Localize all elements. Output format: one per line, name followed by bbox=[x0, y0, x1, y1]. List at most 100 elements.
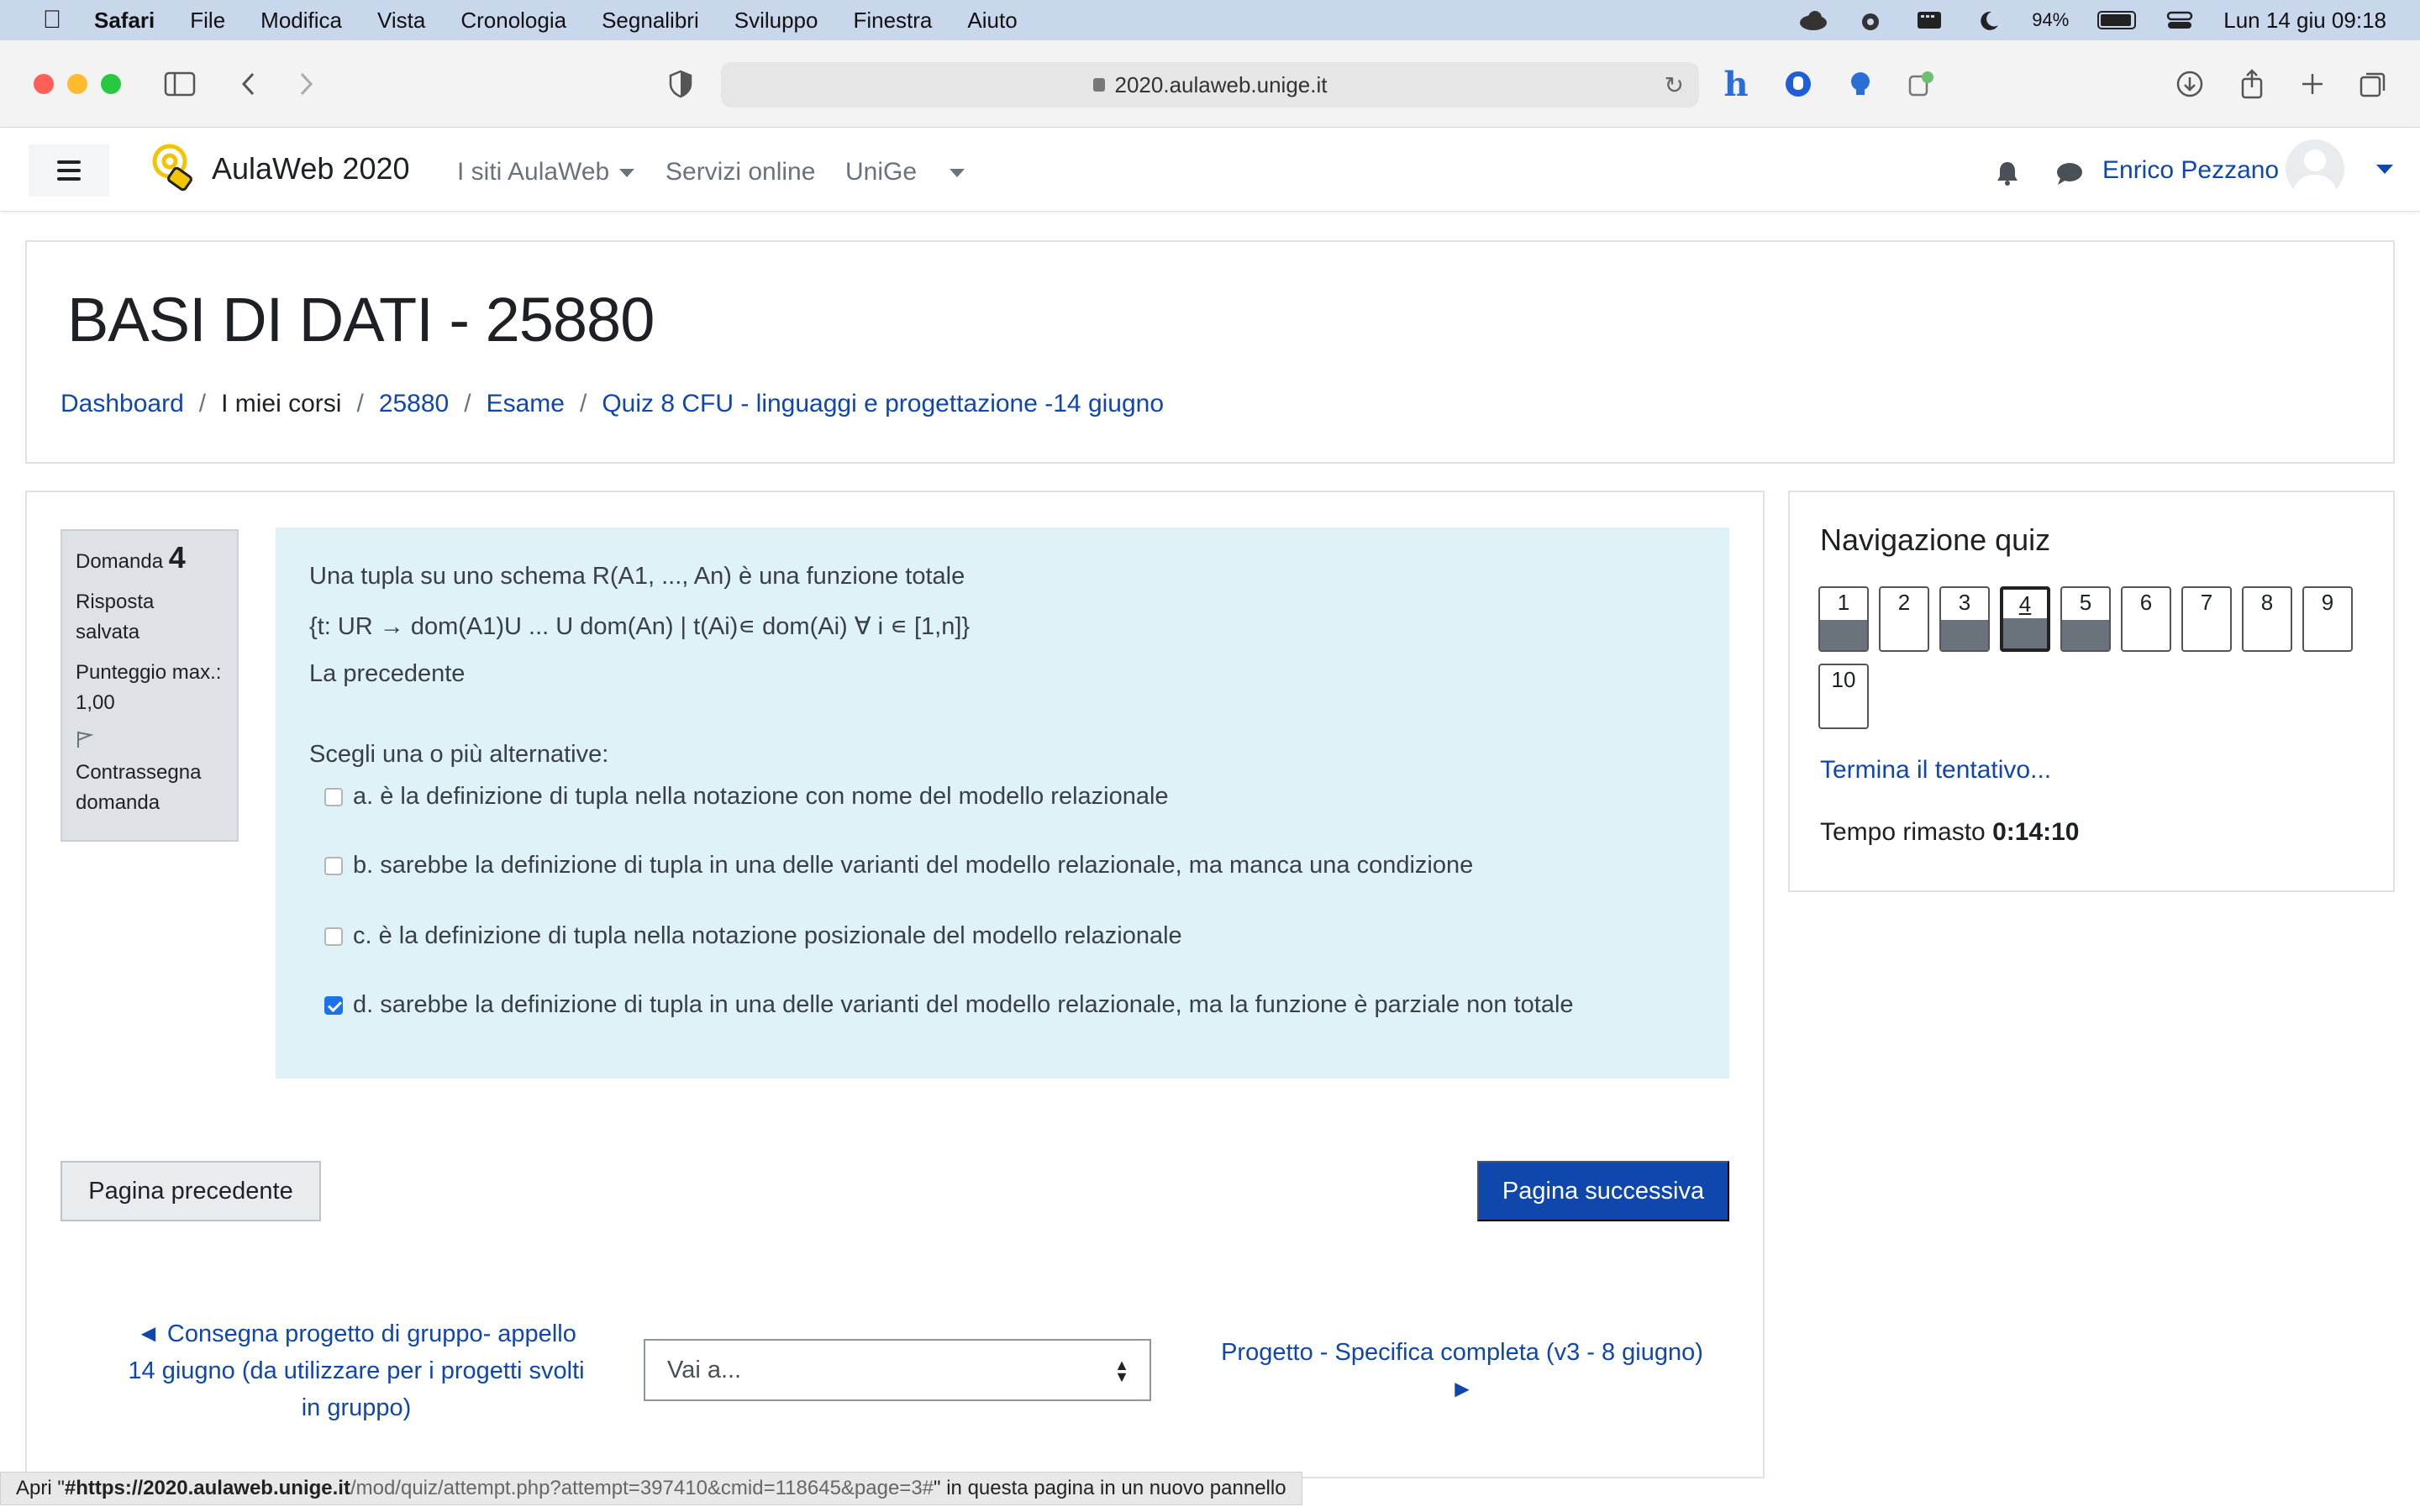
menu-vista[interactable]: Vista bbox=[377, 8, 425, 34]
jump-select-value: Vai a... bbox=[667, 1356, 742, 1383]
breadcrumb-dashboard[interactable]: Dashboard bbox=[60, 390, 184, 418]
answer-option-label: c. è la definizione di tupla nella notaz… bbox=[353, 922, 1182, 949]
quiz-nav-question-1[interactable]: 1 bbox=[1818, 586, 1869, 652]
downloads-icon[interactable] bbox=[2171, 66, 2208, 102]
answer-checkbox-b[interactable] bbox=[324, 856, 343, 875]
answer-checkbox-a[interactable] bbox=[324, 787, 343, 806]
safari-toolbar: 2020.aulaweb.unige.it ↻ h bbox=[0, 40, 2420, 128]
address-bar[interactable]: 2020.aulaweb.unige.it ↻ bbox=[721, 62, 1699, 108]
quiz-nav-question-7[interactable]: 7 bbox=[2181, 586, 2232, 652]
flag-icon bbox=[77, 731, 94, 748]
address-bar-url: 2020.aulaweb.unige.it bbox=[1114, 71, 1328, 97]
answer-option-label: b. sarebbe la definizione di tupla in un… bbox=[353, 852, 1474, 879]
menu-finestra[interactable]: Finestra bbox=[853, 8, 932, 34]
question-status: Risposta salvata bbox=[76, 591, 155, 643]
breadcrumb-course[interactable]: 25880 bbox=[379, 390, 449, 418]
battery-icon[interactable] bbox=[2097, 11, 2137, 29]
answer-option-c[interactable]: c. è la definizione di tupla nella notaz… bbox=[309, 922, 1182, 950]
quiz-navigation-title: Navigazione quiz bbox=[1820, 522, 2051, 557]
keyboard-icon[interactable] bbox=[1914, 8, 1944, 32]
lock-icon bbox=[1092, 78, 1105, 92]
nav-siti-aulaweb[interactable]: I siti AulaWeb bbox=[457, 158, 635, 186]
answer-checkbox-c[interactable] bbox=[324, 927, 343, 946]
menubar-clock[interactable]: Lun 14 giu 09:18 bbox=[2223, 8, 2386, 34]
previous-activity-link[interactable]: ◄ Consegna progetto di gruppo- appello 1… bbox=[121, 1315, 592, 1426]
select-arrows-icon: ▲ ▼ bbox=[1114, 1357, 1129, 1385]
quiz-navigation-block: Navigazione quiz 1 2 3 4 5 6 7 8 9 10 Te… bbox=[1788, 491, 2395, 892]
user-name[interactable]: Enrico Pezzano bbox=[2102, 156, 2279, 185]
quiz-nav-question-4[interactable]: 4 bbox=[2000, 586, 2050, 652]
browser-status-bar: Apri " #https://2020.aulaweb.unige.it/mod… bbox=[0, 1472, 1302, 1505]
nav-unige[interactable]: UniGe bbox=[845, 158, 917, 186]
notifications-bell-icon[interactable] bbox=[1995, 160, 2020, 186]
page-title: BASI DI DATI - 25880 bbox=[67, 285, 655, 354]
menu-modifica[interactable]: Modifica bbox=[260, 8, 342, 34]
nav-more-dropdown[interactable] bbox=[939, 158, 965, 186]
quiz-nav-question-2[interactable]: 2 bbox=[1879, 586, 1929, 652]
share-icon[interactable] bbox=[2233, 66, 2270, 102]
control-center-icon[interactable] bbox=[2165, 8, 2195, 32]
jump-to-activity-select[interactable]: Vai a... ▲ ▼ bbox=[644, 1339, 1151, 1401]
tab-overview-icon[interactable] bbox=[2354, 66, 2391, 102]
quiz-nav-question-8[interactable]: 8 bbox=[2242, 586, 2292, 652]
messages-chat-icon[interactable] bbox=[2055, 161, 2084, 186]
new-tab-icon[interactable] bbox=[2294, 66, 2331, 102]
next-page-button[interactable]: Pagina successiva bbox=[1477, 1161, 1729, 1221]
aulaweb-logo[interactable] bbox=[151, 143, 198, 197]
zoom-window-button[interactable] bbox=[101, 74, 121, 94]
reload-icon[interactable]: ↻ bbox=[1665, 71, 1684, 99]
breadcrumb-section[interactable]: Esame bbox=[487, 390, 565, 418]
finish-attempt-link[interactable]: Termina il tentativo... bbox=[1820, 756, 2051, 785]
answer-option-label: d. sarebbe la definizione di tupla in un… bbox=[353, 991, 1574, 1018]
lightbulb-extension-icon[interactable] bbox=[1842, 66, 1879, 102]
hypothesis-extension-icon[interactable]: h bbox=[1718, 65, 1754, 104]
site-name[interactable]: AulaWeb 2020 bbox=[212, 151, 410, 186]
menu-aiuto[interactable]: Aiuto bbox=[967, 8, 1017, 34]
page-header: BASI DI DATI - 25880 Dashboard / I miei … bbox=[25, 240, 2395, 464]
moon-icon[interactable] bbox=[1973, 8, 2003, 32]
question-info-panel: Domanda 4 Risposta salvata Punteggio max… bbox=[60, 529, 239, 842]
nav-servizi-online[interactable]: Servizi online bbox=[666, 158, 815, 186]
site-navbar: AulaWeb 2020 I siti AulaWeb Servizi onli… bbox=[0, 128, 2420, 212]
breadcrumb-separator: / bbox=[579, 390, 587, 417]
extension-badge-icon[interactable] bbox=[1902, 66, 1939, 102]
menu-sviluppo[interactable]: Sviluppo bbox=[734, 8, 818, 34]
back-icon[interactable] bbox=[230, 66, 267, 102]
drawer-toggle-button[interactable] bbox=[29, 144, 109, 197]
macos-menubar:  Safari File Modifica Vista Cronologia … bbox=[0, 0, 2420, 40]
apple-menu-icon[interactable]:  bbox=[35, 6, 69, 34]
next-activity-link[interactable]: Progetto - Specifica completa (v3 - 8 gi… bbox=[1218, 1334, 1706, 1408]
menu-file[interactable]: File bbox=[190, 8, 225, 34]
forward-icon[interactable] bbox=[287, 66, 324, 102]
close-window-button[interactable] bbox=[34, 74, 54, 94]
minimize-window-button[interactable] bbox=[67, 74, 87, 94]
menu-segnalibri[interactable]: Segnalibri bbox=[602, 8, 699, 34]
quiz-nav-question-10[interactable]: 10 bbox=[1818, 664, 1869, 729]
cloud-icon[interactable] bbox=[1797, 8, 1828, 32]
time-left-value: 0:14:10 bbox=[1992, 818, 2080, 846]
privacy-shield-icon[interactable] bbox=[662, 66, 699, 102]
user-avatar[interactable] bbox=[2286, 139, 2344, 198]
answer-checkbox-d[interactable] bbox=[324, 995, 343, 1015]
previous-page-button[interactable]: Pagina precedente bbox=[60, 1161, 321, 1221]
answer-option-label: a. è la definizione di tupla nella notaz… bbox=[353, 783, 1169, 810]
user-menu-chevron-down-icon[interactable] bbox=[2376, 165, 2393, 174]
quiz-nav-question-5[interactable]: 5 bbox=[2060, 586, 2111, 652]
answer-option-a[interactable]: a. è la definizione di tupla nella notaz… bbox=[309, 783, 1169, 811]
rocket-icon[interactable] bbox=[1855, 8, 1886, 32]
hamburger-icon bbox=[57, 160, 81, 164]
flag-question-button[interactable]: Contrassegna domanda bbox=[76, 718, 224, 818]
answer-option-b[interactable]: b. sarebbe la definizione di tupla in un… bbox=[309, 852, 1473, 879]
question-text-line-2: {t: UR → dom(A1)U ... U dom(An) | t(Ai)∊… bbox=[309, 613, 971, 640]
menu-cronologia[interactable]: Cronologia bbox=[460, 8, 566, 34]
chevron-down-icon bbox=[619, 169, 635, 178]
flag-question-label: Contrassegna domanda bbox=[76, 761, 202, 814]
hand-extension-icon[interactable] bbox=[1780, 66, 1817, 102]
quiz-nav-question-9[interactable]: 9 bbox=[2302, 586, 2353, 652]
sidebar-toggle-icon[interactable] bbox=[161, 66, 198, 102]
menu-safari[interactable]: Safari bbox=[94, 8, 155, 34]
answer-option-d[interactable]: d. sarebbe la definizione di tupla in un… bbox=[309, 991, 1574, 1019]
breadcrumb-quiz[interactable]: Quiz 8 CFU - linguaggi e progettazione -… bbox=[602, 390, 1164, 418]
quiz-nav-question-3[interactable]: 3 bbox=[1939, 586, 1990, 652]
quiz-nav-question-6[interactable]: 6 bbox=[2121, 586, 2171, 652]
